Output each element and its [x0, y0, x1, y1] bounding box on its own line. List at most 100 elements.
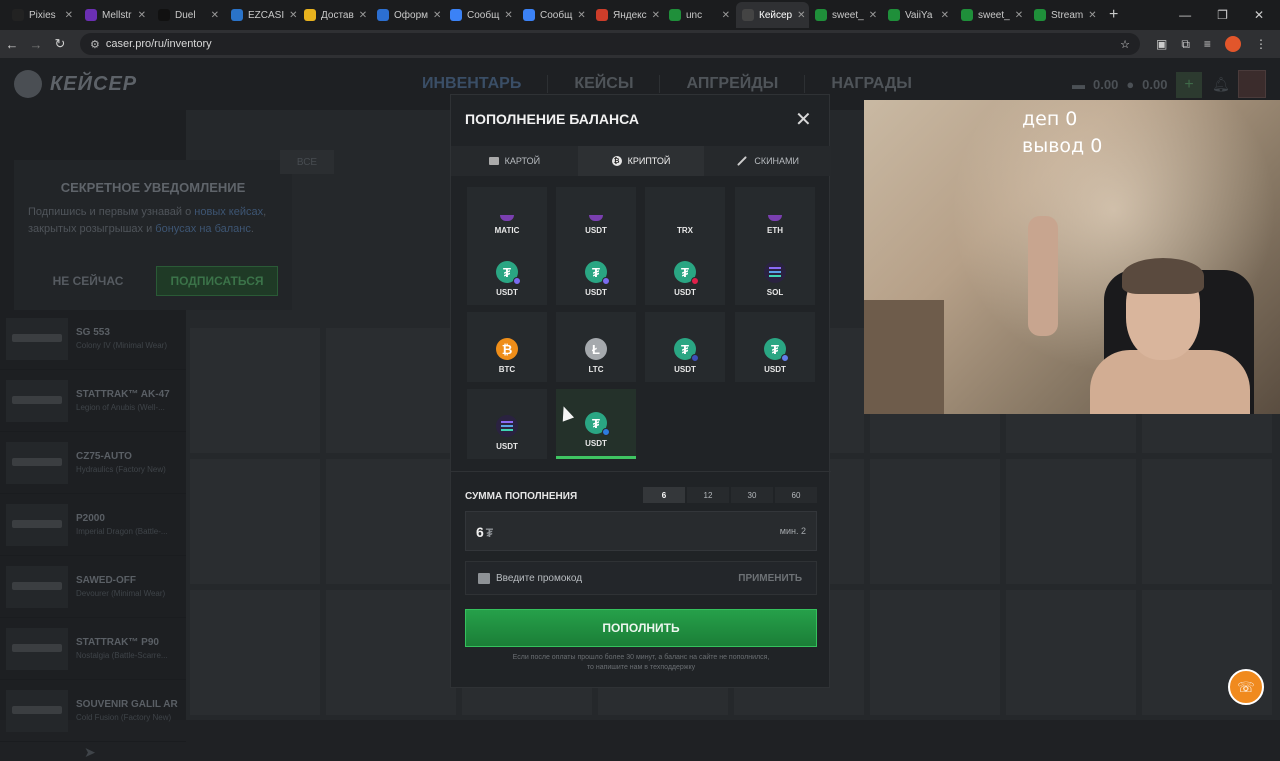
browser-tab[interactable]: VaiiYa ✕ [882, 2, 955, 28]
tab-crypto[interactable]: ₿ КРИПТОЙ [577, 146, 705, 176]
coin-option[interactable]: ₮ USDT [556, 389, 636, 459]
coin-option[interactable]: ₮ USDT [645, 235, 725, 305]
restore-icon[interactable]: ❐ [1217, 8, 1228, 22]
tab-skins[interactable]: СКИНАМИ [704, 146, 831, 176]
tab-close-icon[interactable]: ✕ [65, 10, 73, 21]
browser-tab[interactable]: Сообщ ✕ [517, 2, 590, 28]
site-logo[interactable]: КЕЙСЕР [14, 70, 137, 98]
avatar[interactable] [1238, 70, 1266, 98]
nav-cases[interactable]: КЕЙСЫ [548, 75, 661, 93]
coin-option[interactable]: USDT [467, 389, 547, 459]
tab-close-icon[interactable]: ✕ [1088, 10, 1096, 21]
subscribe-button[interactable]: ПОДПИСАТЬСЯ [156, 266, 278, 296]
list-item[interactable]: P2000 Imperial Dragon (Battle-... [0, 494, 186, 556]
amount-preset-button[interactable]: 30 [731, 487, 773, 503]
tab-close-icon[interactable]: ✕ [359, 10, 367, 21]
url-field[interactable]: ⚙ caser.pro/ru/inventory ☆ [80, 33, 1140, 55]
tab-title: unc [686, 9, 703, 21]
browser-tab[interactable]: Stream ✕ [1028, 2, 1101, 28]
browser-tab[interactable]: Pixies ✕ [6, 2, 79, 28]
tab-close-icon[interactable]: ✕ [504, 10, 512, 21]
back-icon[interactable]: ← [0, 37, 24, 52]
coin-option[interactable]: ₮ USDT [556, 235, 636, 305]
solana-bars [501, 421, 513, 431]
promo-field[interactable]: Введите промокод ПРИМЕНИТЬ [465, 561, 817, 595]
tab-crypto-label: КРИПТОЙ [627, 156, 671, 166]
browser-tab[interactable]: sweet_ ✕ [955, 2, 1028, 28]
extension-icon[interactable]: ▣ [1156, 37, 1167, 51]
browser-tab[interactable]: unc ✕ [663, 2, 736, 28]
nav-upgrades[interactable]: АПГРЕЙДЫ [660, 75, 806, 93]
coin-option[interactable]: Ł LTC [556, 312, 636, 382]
close-icon[interactable]: ✕ [795, 107, 812, 132]
bell-icon[interactable]: 🔔︎ [1212, 76, 1230, 93]
extensions-area: ▣ ⧉ ≡ ⋮ [1156, 36, 1267, 52]
list-item[interactable]: CZ75-AUTO Hydraulics (Factory New) [0, 432, 186, 494]
forward-icon[interactable]: → [24, 37, 48, 52]
tab-close-icon[interactable]: ✕ [577, 10, 585, 21]
tab-close-icon[interactable]: ✕ [869, 10, 877, 21]
browser-tab[interactable]: EZCASI ✕ [225, 2, 298, 28]
tab-favicon-icon [1034, 9, 1046, 21]
tab-card[interactable]: КАРТОЙ [451, 146, 578, 176]
send-icon[interactable]: ➤ [84, 744, 96, 761]
minimize-icon[interactable]: — [1179, 8, 1191, 22]
apply-promo-button[interactable]: ПРИМЕНИТЬ [738, 573, 802, 584]
tab-close-icon[interactable]: ✕ [138, 10, 146, 21]
tab-title: Сообщ [467, 9, 500, 21]
bookmark-star-icon[interactable]: ☆ [1120, 38, 1130, 51]
list-item[interactable]: SG 553 Colony IV (Minimal Wear) [0, 308, 186, 370]
nav-inventory[interactable]: ИНВЕНТАРЬ [422, 75, 549, 93]
coin-option[interactable]: ₮ USDT [735, 312, 815, 382]
topup-plus-button[interactable]: + [1176, 72, 1202, 98]
notification-text-3: . [250, 223, 254, 235]
withdraw-counter: вывод 0 [1022, 135, 1103, 157]
kebab-menu-icon[interactable]: ⋮ [1255, 37, 1267, 51]
browser-tab[interactable]: Яндекс ✕ [590, 2, 663, 28]
menu-lines-icon[interactable]: ≡ [1204, 37, 1211, 51]
coin-option[interactable]: ₮ USDT [645, 312, 725, 382]
browser-tab[interactable]: Mellstr ✕ [79, 2, 152, 28]
amount-preset-button[interactable]: 60 [775, 487, 817, 503]
item-name: SAWED-OFF [76, 575, 136, 586]
item-thumbnail [6, 689, 68, 732]
nav-rewards[interactable]: НАГРАДЫ [805, 75, 938, 93]
list-item[interactable]: STATTRAK™ AK-47 Legion of Anubis (Well-..… [0, 370, 186, 432]
tab-close-icon[interactable]: ✕ [652, 10, 660, 21]
coin-option[interactable]: ₮ USDT [467, 235, 547, 305]
filter-all-button[interactable]: ВСЕ [280, 150, 334, 174]
tab-close-icon[interactable]: ✕ [211, 10, 219, 21]
link-balance-bonuses[interactable]: бонусах на баланс [155, 223, 251, 235]
browser-tab[interactable]: Достав ✕ [298, 2, 371, 28]
new-tab-icon[interactable]: + [1109, 6, 1118, 24]
tab-close-icon[interactable]: ✕ [433, 10, 441, 21]
deposit-button[interactable]: ПОПОЛНИТЬ [465, 609, 817, 647]
amount-preset-button[interactable]: 12 [687, 487, 729, 503]
browser-tab[interactable]: Duel ✕ [152, 2, 225, 28]
browser-tab[interactable]: Оформ ✕ [371, 2, 444, 28]
puzzle-icon[interactable]: ⧉ [1181, 37, 1190, 52]
tab-close-icon[interactable]: ✕ [289, 10, 297, 21]
list-item[interactable]: STATTRAK™ P90 Nostalgia (Battle-Scarre... [0, 618, 186, 680]
profile-icon[interactable] [1224, 36, 1241, 52]
support-chat-button[interactable]: ☏ [1228, 669, 1264, 705]
coin-option[interactable]: ₿ BTC [467, 312, 547, 382]
link-new-cases[interactable]: новых кейсах [194, 206, 263, 218]
tab-card-label: КАРТОЙ [504, 156, 541, 166]
browser-tab[interactable]: sweet_ ✕ [809, 2, 882, 28]
tab-close-icon[interactable]: ✕ [722, 10, 730, 21]
browser-tab[interactable]: Сообщ ✕ [444, 2, 517, 28]
list-item[interactable]: SOUVENIR GALIL AR Cold Fusion (Factory Ne… [0, 680, 186, 742]
browser-tab[interactable]: Кейсер ✕ [736, 2, 809, 28]
tab-close-icon[interactable]: ✕ [797, 10, 805, 21]
close-window-icon[interactable]: ✕ [1254, 8, 1264, 22]
list-item[interactable]: SAWED-OFF Devourer (Minimal Wear) [0, 556, 186, 618]
reload-icon[interactable]: ↻ [48, 36, 72, 52]
coin-option[interactable]: SOL [735, 235, 815, 305]
amount-preset-button[interactable]: 6 [643, 487, 685, 503]
amount-input[interactable]: 6 ₮ мин. 2 [465, 511, 817, 551]
tab-close-icon[interactable]: ✕ [941, 10, 949, 21]
tab-close-icon[interactable]: ✕ [1015, 10, 1023, 21]
site-info-icon[interactable]: ⚙ [90, 38, 100, 51]
not-now-button[interactable]: НЕ СЕЙЧАС [28, 266, 148, 296]
